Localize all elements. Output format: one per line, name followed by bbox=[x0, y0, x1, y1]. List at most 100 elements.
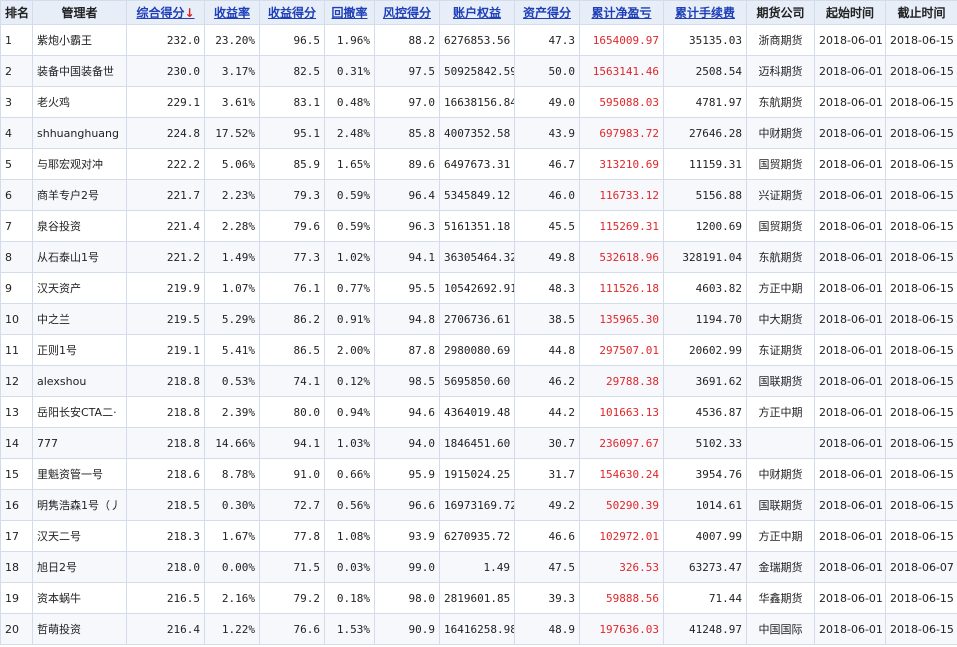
cell-net-profit: 197636.03 bbox=[579, 613, 664, 645]
cell-total-score: 219.9 bbox=[126, 272, 205, 304]
cell-return-rate: 2.16% bbox=[204, 582, 260, 614]
cell-fees: 4536.87 bbox=[663, 396, 747, 428]
cell-return-rate: 14.66% bbox=[204, 427, 260, 459]
cell-company: 华鑫期货 bbox=[746, 582, 815, 614]
cell-fees: 4781.97 bbox=[663, 86, 747, 118]
cell-company: 东航期货 bbox=[746, 86, 815, 118]
header-total-score-label[interactable]: 综合得分 bbox=[136, 6, 184, 20]
cell-manager[interactable]: 正则1号 bbox=[32, 334, 127, 366]
table-row: 9 汉天资产 219.9 1.07% 76.1 0.77% 95.5 10542692.91 4… bbox=[0, 272, 957, 304]
cell-return-rate: 17.52% bbox=[204, 117, 260, 149]
header-total-score[interactable]: 综合得分↓ bbox=[126, 0, 205, 25]
cell-end: 2018-06-15 bbox=[885, 24, 957, 56]
cell-net-profit: 1563141.46 bbox=[579, 55, 664, 87]
ranking-table: 排名 管理者 综合得分↓ 收益率 收益得分 回撤率 风控得分 账户权益 资产得分… bbox=[0, 0, 957, 645]
cell-manager[interactable]: 与耶宏观对冲 bbox=[32, 148, 127, 180]
cell-net-profit: 59888.56 bbox=[579, 582, 664, 614]
cell-start: 2018-06-01 bbox=[814, 86, 886, 118]
cell-company: 国联期货 bbox=[746, 365, 815, 397]
cell-rank: 4 bbox=[0, 117, 33, 149]
cell-total-score: 221.2 bbox=[126, 241, 205, 273]
cell-return-score: 71.5 bbox=[259, 551, 325, 583]
header-equity[interactable]: 账户权益 bbox=[439, 0, 515, 25]
cell-manager[interactable]: 商羊专户2号 bbox=[32, 179, 127, 211]
cell-drawdown: 0.94% bbox=[324, 396, 375, 428]
cell-risk-score: 94.8 bbox=[374, 303, 440, 335]
cell-return-rate: 5.06% bbox=[204, 148, 260, 180]
cell-return-rate: 0.30% bbox=[204, 489, 260, 521]
cell-equity: 16416258.98 bbox=[439, 613, 515, 645]
header-start: 起始时间 bbox=[814, 0, 886, 25]
cell-manager[interactable]: 汉天资产 bbox=[32, 272, 127, 304]
cell-rank: 16 bbox=[0, 489, 33, 521]
cell-fees: 41248.97 bbox=[663, 613, 747, 645]
header-return-rate[interactable]: 收益率 bbox=[204, 0, 260, 25]
cell-equity: 50925842.59 bbox=[439, 55, 515, 87]
header-return-score[interactable]: 收益得分 bbox=[259, 0, 325, 25]
cell-fees: 5102.33 bbox=[663, 427, 747, 459]
cell-end: 2018-06-15 bbox=[885, 86, 957, 118]
cell-manager[interactable]: 泉谷投资 bbox=[32, 210, 127, 242]
cell-manager[interactable]: 紫炮小霸王 bbox=[32, 24, 127, 56]
cell-return-rate: 5.41% bbox=[204, 334, 260, 366]
cell-manager[interactable]: 哲萌投资 bbox=[32, 613, 127, 645]
header-risk-score[interactable]: 风控得分 bbox=[374, 0, 440, 25]
cell-net-profit: 101663.13 bbox=[579, 396, 664, 428]
cell-manager[interactable]: 从石泰山1号 bbox=[32, 241, 127, 273]
cell-asset-score: 30.7 bbox=[514, 427, 580, 459]
cell-asset-score: 39.3 bbox=[514, 582, 580, 614]
table-row: 12 alexshou 218.8 0.53% 74.1 0.12% 98.5 5695850… bbox=[0, 365, 957, 397]
cell-manager[interactable]: 老火鸡 bbox=[32, 86, 127, 118]
cell-end: 2018-06-07 bbox=[885, 551, 957, 583]
cell-end: 2018-06-15 bbox=[885, 210, 957, 242]
cell-rank: 9 bbox=[0, 272, 33, 304]
cell-manager[interactable]: 777 bbox=[32, 427, 127, 459]
cell-manager[interactable]: 明隽浩森1号（丿 bbox=[32, 489, 127, 521]
cell-fees: 1014.61 bbox=[663, 489, 747, 521]
cell-fees: 2508.54 bbox=[663, 55, 747, 87]
cell-risk-score: 88.2 bbox=[374, 24, 440, 56]
cell-return-score: 85.9 bbox=[259, 148, 325, 180]
cell-manager[interactable]: 资本蜗牛 bbox=[32, 582, 127, 614]
cell-rank: 5 bbox=[0, 148, 33, 180]
cell-asset-score: 31.7 bbox=[514, 458, 580, 490]
table-row: 10 中之兰 219.5 5.29% 86.2 0.91% 94.8 2706736.61 38… bbox=[0, 303, 957, 335]
cell-end: 2018-06-15 bbox=[885, 303, 957, 335]
cell-drawdown: 2.48% bbox=[324, 117, 375, 149]
cell-manager[interactable]: 中之兰 bbox=[32, 303, 127, 335]
cell-rank: 18 bbox=[0, 551, 33, 583]
cell-fees: 20602.99 bbox=[663, 334, 747, 366]
cell-end: 2018-06-15 bbox=[885, 117, 957, 149]
cell-drawdown: 1.08% bbox=[324, 520, 375, 552]
cell-return-score: 79.6 bbox=[259, 210, 325, 242]
header-asset-score[interactable]: 资产得分 bbox=[514, 0, 580, 25]
cell-manager[interactable]: 汉天二号 bbox=[32, 520, 127, 552]
header-net-profit[interactable]: 累计净盈亏 bbox=[579, 0, 664, 25]
cell-manager[interactable]: shhuanghuang bbox=[32, 117, 127, 149]
cell-total-score: 218.5 bbox=[126, 489, 205, 521]
cell-company: 东航期货 bbox=[746, 241, 815, 273]
cell-company: 国联期货 bbox=[746, 489, 815, 521]
cell-net-profit: 111526.18 bbox=[579, 272, 664, 304]
cell-risk-score: 96.3 bbox=[374, 210, 440, 242]
cell-rank: 2 bbox=[0, 55, 33, 87]
cell-net-profit: 532618.96 bbox=[579, 241, 664, 273]
cell-drawdown: 0.66% bbox=[324, 458, 375, 490]
header-drawdown[interactable]: 回撤率 bbox=[324, 0, 375, 25]
cell-drawdown: 1.53% bbox=[324, 613, 375, 645]
cell-asset-score: 47.3 bbox=[514, 24, 580, 56]
cell-end: 2018-06-15 bbox=[885, 148, 957, 180]
cell-net-profit: 697983.72 bbox=[579, 117, 664, 149]
header-fees[interactable]: 累计手续费 bbox=[663, 0, 747, 25]
cell-manager[interactable]: 旭日2号 bbox=[32, 551, 127, 583]
cell-risk-score: 96.6 bbox=[374, 489, 440, 521]
cell-net-profit: 326.53 bbox=[579, 551, 664, 583]
cell-equity: 6270935.72 bbox=[439, 520, 515, 552]
cell-rank: 12 bbox=[0, 365, 33, 397]
cell-asset-score: 49.8 bbox=[514, 241, 580, 273]
cell-manager[interactable]: 装备中国装备世 bbox=[32, 55, 127, 87]
cell-manager[interactable]: alexshou bbox=[32, 365, 127, 397]
cell-return-score: 83.1 bbox=[259, 86, 325, 118]
cell-manager[interactable]: 里魁资管一号 bbox=[32, 458, 127, 490]
cell-manager[interactable]: 岳阳长安CTA二· bbox=[32, 396, 127, 428]
